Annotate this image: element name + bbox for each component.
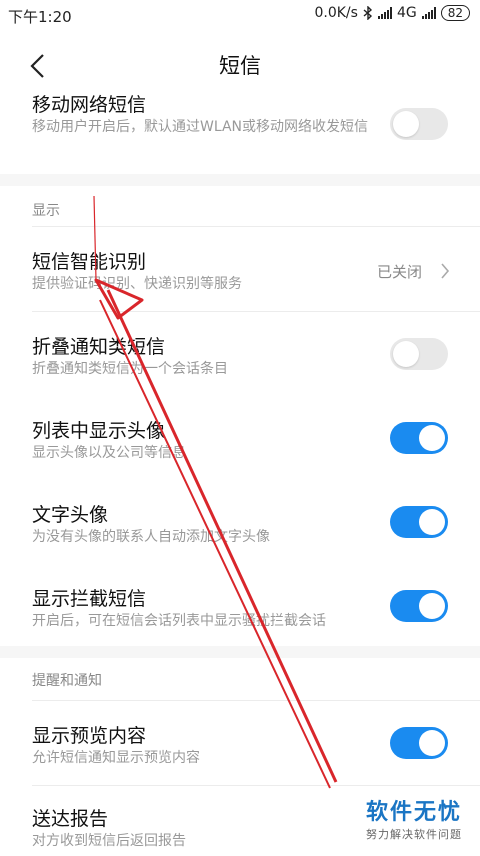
watermark: 软件无忧 努力解决软件问题	[366, 794, 462, 842]
show-avatar-toggle[interactable]	[390, 422, 448, 454]
status-icons: 0.0K/s 4G 82	[314, 5, 470, 21]
bluetooth-icon	[363, 6, 372, 20]
signal-icon	[377, 7, 392, 19]
show-preview-toggle[interactable]	[390, 727, 448, 759]
row-desc: 允许短信通知显示预览内容	[32, 750, 200, 766]
row-desc: 折叠通知类短信为一个会话条目	[32, 361, 228, 377]
row-desc: 为没有头像的联系人自动添加文字头像	[32, 529, 270, 545]
watermark-subtitle: 努力解决软件问题	[365, 828, 462, 841]
mobile-network-toggle[interactable]	[390, 108, 448, 140]
text-avatar-toggle[interactable]	[390, 506, 448, 538]
row-show-preview[interactable]: 显示预览内容 允许短信通知显示预览内容	[0, 701, 480, 785]
row-text-avatar[interactable]: 文字头像 为没有头像的联系人自动添加文字头像	[0, 480, 480, 564]
watermark-title: 软件无忧	[365, 800, 462, 825]
row-desc: 显示头像以及公司等信息	[32, 445, 186, 461]
row-desc: 对方收到短信后返回报告	[32, 833, 186, 849]
row-title: 显示预览内容	[32, 725, 147, 747]
row-show-avatar[interactable]: 列表中显示头像 显示头像以及公司等信息	[0, 396, 480, 480]
network-type: 4G	[396, 5, 417, 21]
row-title: 列表中显示头像	[32, 420, 166, 442]
row-desc: 开启后，可在短信会话列表中显示骚扰拦截会话	[32, 613, 326, 629]
row-fold-notifications[interactable]: 折叠通知类短信 折叠通知类短信为一个会话条目	[0, 312, 480, 396]
section-display: 显示 短信智能识别 提供验证码识别、快递识别等服务 已关闭 折叠通知类短信 折叠…	[0, 186, 480, 646]
status-time: 下午1:20	[8, 8, 72, 26]
row-title: 显示拦截短信	[32, 588, 147, 610]
chevron-right-icon	[441, 263, 450, 279]
show-blocked-toggle[interactable]	[390, 590, 448, 622]
network-speed: 0.0K/s	[314, 5, 358, 21]
page-title: 短信	[219, 54, 261, 78]
section-network: 移动网络短信 移动用户开启后，默认通过WLAN或移动网络收发短信	[0, 94, 480, 174]
row-title: 移动网络短信	[32, 94, 147, 116]
fold-notifications-toggle[interactable]	[390, 338, 448, 370]
group-label-display: 显示	[32, 203, 60, 219]
row-title: 送达报告	[32, 808, 109, 830]
row-desc: 移动用户开启后，默认通过WLAN或移动网络收发短信	[32, 119, 369, 135]
row-desc: 提供验证码识别、快递识别等服务	[32, 276, 242, 292]
status-bar: 下午1:20 0.0K/s 4G 82	[0, 0, 480, 30]
smart-recognition-status: 已关闭	[376, 263, 422, 281]
row-smart-recognition[interactable]: 短信智能识别 提供验证码识别、快递识别等服务 已关闭	[0, 227, 480, 311]
row-title: 文字头像	[32, 504, 109, 526]
row-title: 折叠通知类短信	[32, 336, 166, 358]
signal-icon-2	[421, 7, 436, 19]
row-show-blocked[interactable]: 显示拦截短信 开启后，可在短信会话列表中显示骚扰拦截会话	[0, 564, 480, 646]
battery-indicator: 82	[440, 5, 470, 21]
row-title: 短信智能识别	[32, 251, 147, 273]
row-mobile-network[interactable]: 移动网络短信 移动用户开启后，默认通过WLAN或移动网络收发短信	[0, 94, 480, 174]
group-label-reminders: 提醒和通知	[32, 673, 102, 689]
